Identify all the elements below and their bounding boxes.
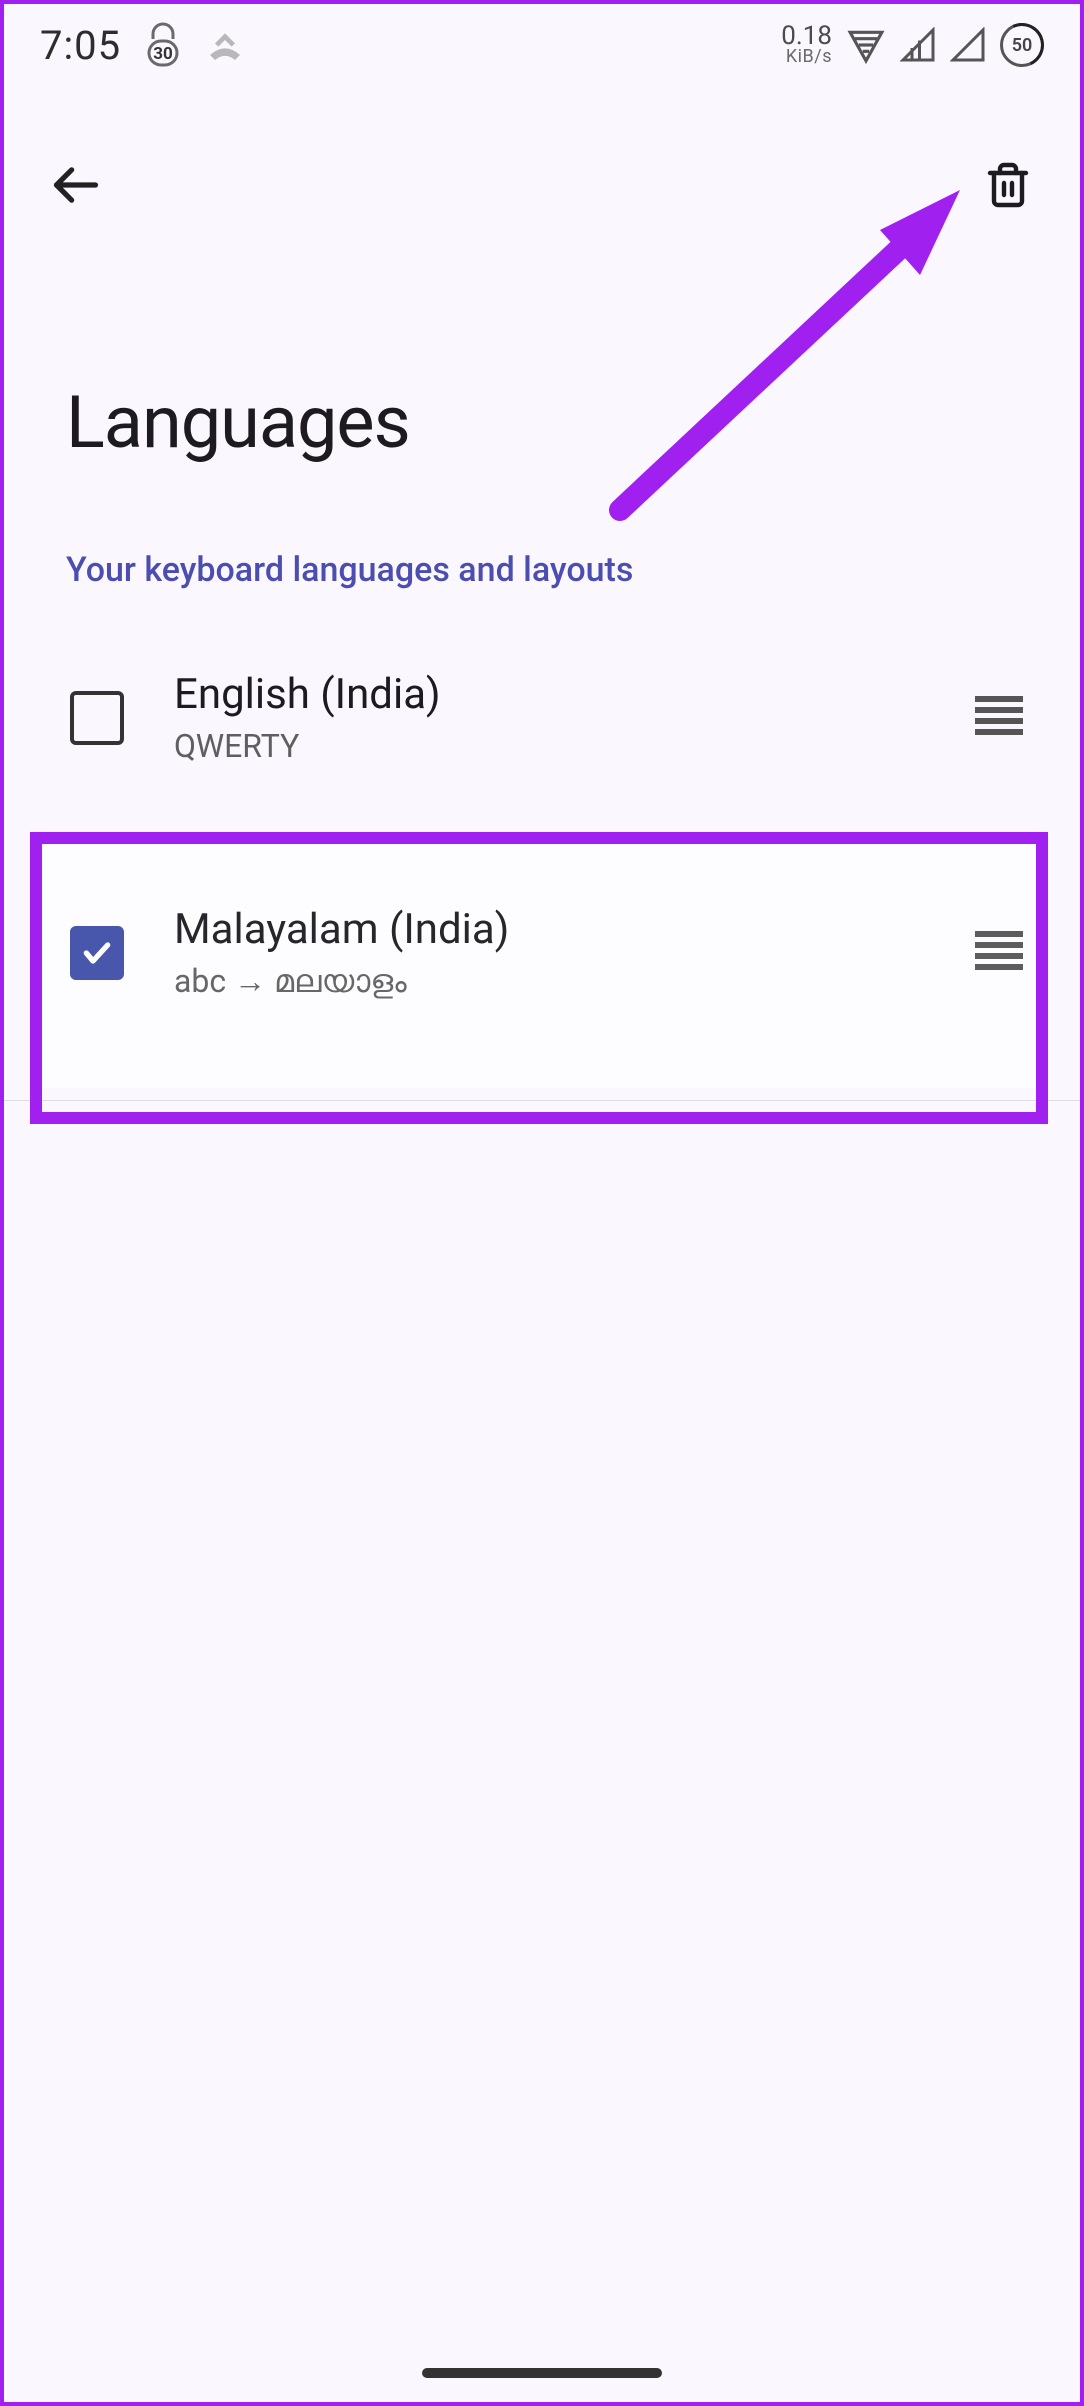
- status-clock: 7:05: [40, 22, 121, 69]
- gesture-nav-bar[interactable]: [422, 2368, 662, 2378]
- signal-icon-2: [950, 27, 986, 63]
- language-text: Malayalam (India) abc → മലയാളം: [174, 905, 924, 1001]
- delete-button[interactable]: [978, 155, 1038, 215]
- drag-handle-icon[interactable]: [974, 696, 1024, 740]
- network-speed: 0.18 KiB/s: [781, 25, 832, 65]
- arrow-left-icon: [50, 159, 102, 211]
- trash-icon: [984, 161, 1032, 209]
- back-button[interactable]: [46, 155, 106, 215]
- language-name: English (India): [174, 670, 924, 719]
- language-layout: abc → മലയാളം: [174, 962, 924, 1001]
- language-layout: QWERTY: [174, 727, 924, 765]
- drag-handle-icon[interactable]: [974, 931, 1024, 975]
- page-title: Languages: [66, 380, 410, 465]
- language-row-english[interactable]: English (India) QWERTY: [0, 628, 1084, 807]
- wifi-icon: [846, 26, 886, 64]
- language-name: Malayalam (India): [174, 905, 924, 954]
- language-list: English (India) QWERTY Malayalam (India)…: [0, 628, 1084, 1043]
- language-text: English (India) QWERTY: [174, 670, 924, 765]
- checkbox-english[interactable]: [70, 691, 124, 745]
- svg-text:30: 30: [153, 44, 173, 64]
- check-icon: [81, 937, 113, 969]
- divider: [4, 1100, 1080, 1101]
- toolbar: [0, 130, 1084, 240]
- notification-lock-icon: 30: [137, 19, 189, 71]
- status-bar: 7:05 30 0.18 KiB/s: [0, 0, 1084, 90]
- checkbox-malayalam[interactable]: [70, 926, 124, 980]
- battery-indicator: 50: [1000, 23, 1044, 67]
- language-row-malayalam[interactable]: Malayalam (India) abc → മലയാളം: [0, 863, 1084, 1043]
- section-label: Your keyboard languages and layouts: [66, 550, 633, 590]
- signal-icon-1: [900, 27, 936, 63]
- screenshot-frame: [0, 0, 1084, 2406]
- missed-call-icon: [205, 25, 245, 65]
